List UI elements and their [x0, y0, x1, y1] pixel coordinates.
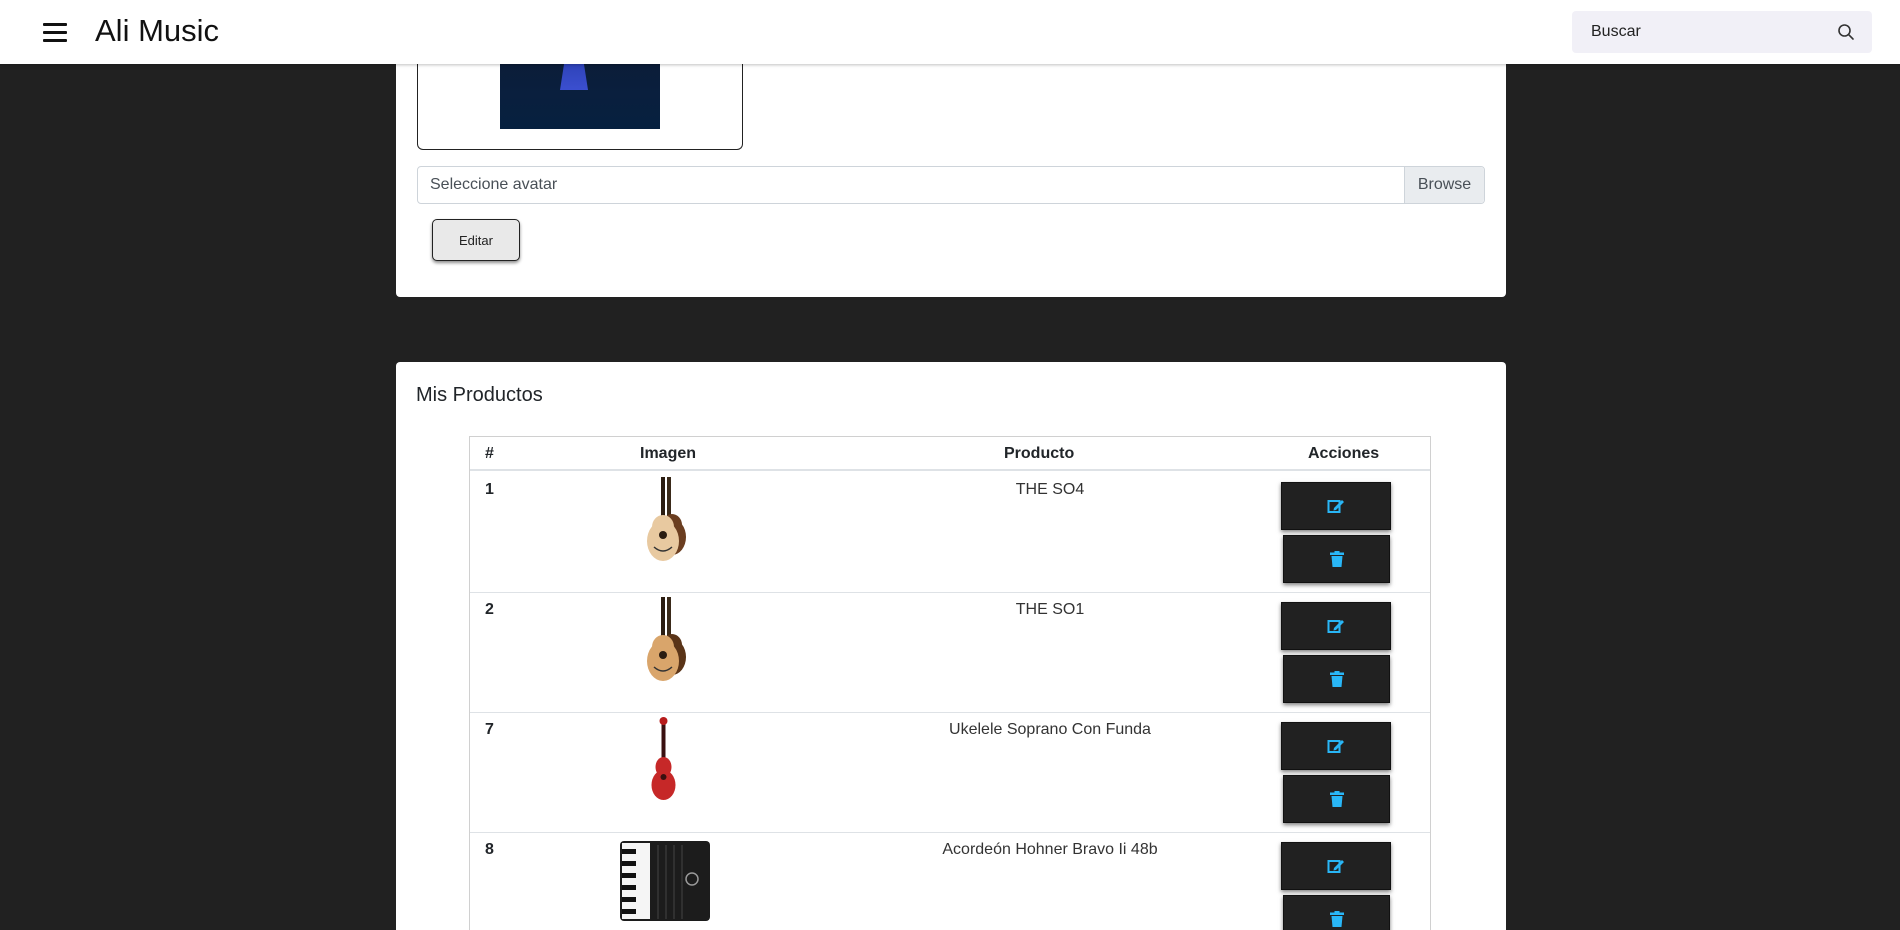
delete-product-button[interactable]: [1283, 895, 1390, 930]
row-number: 2: [485, 601, 494, 618]
delete-product-button[interactable]: [1283, 775, 1390, 823]
search-icon[interactable]: [1836, 22, 1856, 42]
trash-icon: [1329, 791, 1344, 807]
product-name: Acordeón Hohner Bravo Ii 48b: [942, 841, 1158, 858]
table-row: 1 THE SO4: [470, 473, 1430, 593]
column-header-number: #: [485, 445, 494, 462]
menu-icon[interactable]: [38, 20, 72, 46]
edit-icon: [1327, 860, 1344, 873]
red-ukulele-image: [651, 717, 676, 800]
profile-card: Seleccione avatar Browse Editar: [396, 40, 1506, 297]
edit-product-button[interactable]: [1281, 842, 1391, 890]
delete-product-button[interactable]: [1283, 655, 1390, 703]
column-header-image: Imagen: [640, 445, 697, 462]
avatar-file-label: Seleccione avatar: [430, 176, 558, 193]
edit-product-button[interactable]: [1281, 602, 1391, 650]
acoustic-guitar-image: [647, 597, 686, 681]
table-row: 8 Acordeón Hohner Bravo Ii 48b: [470, 833, 1430, 930]
app-bar: Ali Music: [0, 0, 1900, 64]
edit-product-button[interactable]: [1281, 482, 1391, 530]
table-row: 2 THE SO1: [470, 593, 1430, 713]
products-title: Mis Productos: [416, 384, 543, 406]
product-name: THE SO4: [1015, 481, 1085, 498]
avatar-file-input[interactable]: Seleccione avatar Browse: [417, 166, 1485, 204]
acoustic-guitar-image: [647, 477, 686, 561]
edit-icon: [1327, 500, 1344, 513]
edit-product-button[interactable]: [1281, 722, 1391, 770]
search-box: [1572, 11, 1872, 53]
table-header: # Imagen Producto Acciones: [470, 437, 1430, 471]
trash-icon: [1329, 551, 1344, 567]
edit-profile-button[interactable]: Editar: [432, 219, 520, 261]
products-table: # Imagen Producto Acciones 1 THE SO4 2 T…: [469, 436, 1431, 930]
accordion-image: [620, 841, 710, 921]
trash-icon: [1329, 911, 1344, 927]
edit-icon: [1327, 740, 1344, 753]
row-number: 7: [485, 721, 494, 738]
column-header-actions: Acciones: [1308, 445, 1380, 462]
row-number: 1: [485, 481, 494, 498]
edit-icon: [1327, 620, 1344, 633]
search-input[interactable]: [1572, 11, 1832, 53]
app-title: Ali Music: [95, 13, 220, 48]
browse-button[interactable]: Browse: [1404, 167, 1484, 203]
row-number: 8: [485, 841, 494, 858]
product-name: Ukelele Soprano Con Funda: [949, 721, 1151, 738]
products-card: Mis Productos # Imagen Producto Acciones…: [396, 362, 1506, 930]
delete-product-button[interactable]: [1283, 535, 1390, 583]
table-row: 7 Ukelele Soprano Con Funda: [470, 713, 1430, 833]
trash-icon: [1329, 671, 1344, 687]
product-name: THE SO1: [1015, 601, 1085, 618]
column-header-product: Producto: [1004, 445, 1075, 462]
